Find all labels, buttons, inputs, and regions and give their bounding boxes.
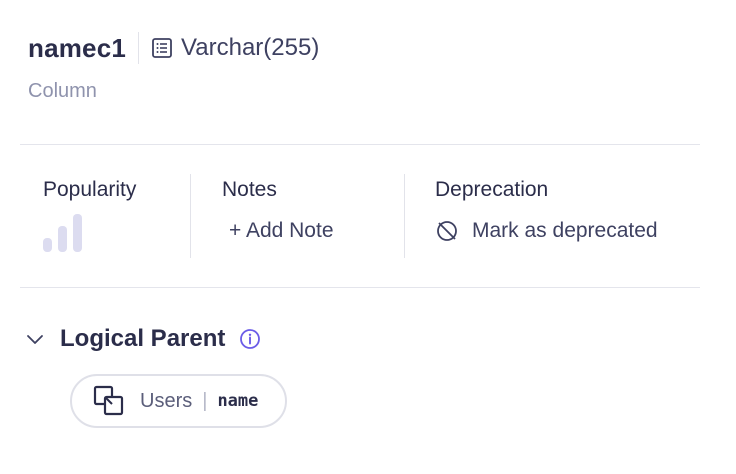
- ban-icon: [435, 219, 459, 243]
- logical-parent-title: Logical Parent: [60, 325, 226, 352]
- header-divider: [138, 32, 140, 64]
- deprecation-title: Deprecation: [435, 178, 549, 201]
- mark-deprecated-button[interactable]: Mark as deprecated: [435, 219, 658, 243]
- chevron-down-icon[interactable]: [24, 328, 46, 350]
- popularity-bar-3: [73, 214, 82, 252]
- column-name: namec1: [28, 32, 127, 63]
- popularity-section: Popularity: [43, 178, 136, 202]
- divider-top: [20, 144, 700, 145]
- notes-title: Notes: [222, 178, 277, 201]
- parent-table-name: Users: [140, 389, 193, 412]
- logical-parent-chip[interactable]: Users | name: [70, 374, 287, 428]
- popularity-title: Popularity: [43, 178, 137, 201]
- stats-divider-2: [404, 174, 405, 258]
- parent-column-name: name: [217, 391, 259, 411]
- asset-type-label: Column: [28, 80, 97, 102]
- logical-parent-header: Logical Parent: [24, 323, 261, 355]
- info-icon[interactable]: [239, 328, 261, 350]
- stats-divider-1: [190, 174, 191, 258]
- parent-separator: |: [202, 389, 208, 412]
- mark-deprecated-label: Mark as deprecated: [472, 219, 658, 242]
- popularity-bars: [43, 212, 83, 252]
- add-note-button[interactable]: + Add Note: [229, 219, 334, 243]
- divider-bottom: [20, 287, 700, 288]
- list-icon: [151, 37, 173, 59]
- popularity-bar-2: [58, 226, 67, 252]
- popularity-bar-1: [43, 238, 52, 252]
- linked-squares-icon: [92, 384, 126, 418]
- column-header: namec1 Varchar(255): [28, 28, 319, 68]
- data-type-label: Varchar(255): [181, 34, 320, 61]
- deprecation-section: Deprecation: [435, 178, 548, 202]
- notes-section: Notes: [222, 178, 277, 202]
